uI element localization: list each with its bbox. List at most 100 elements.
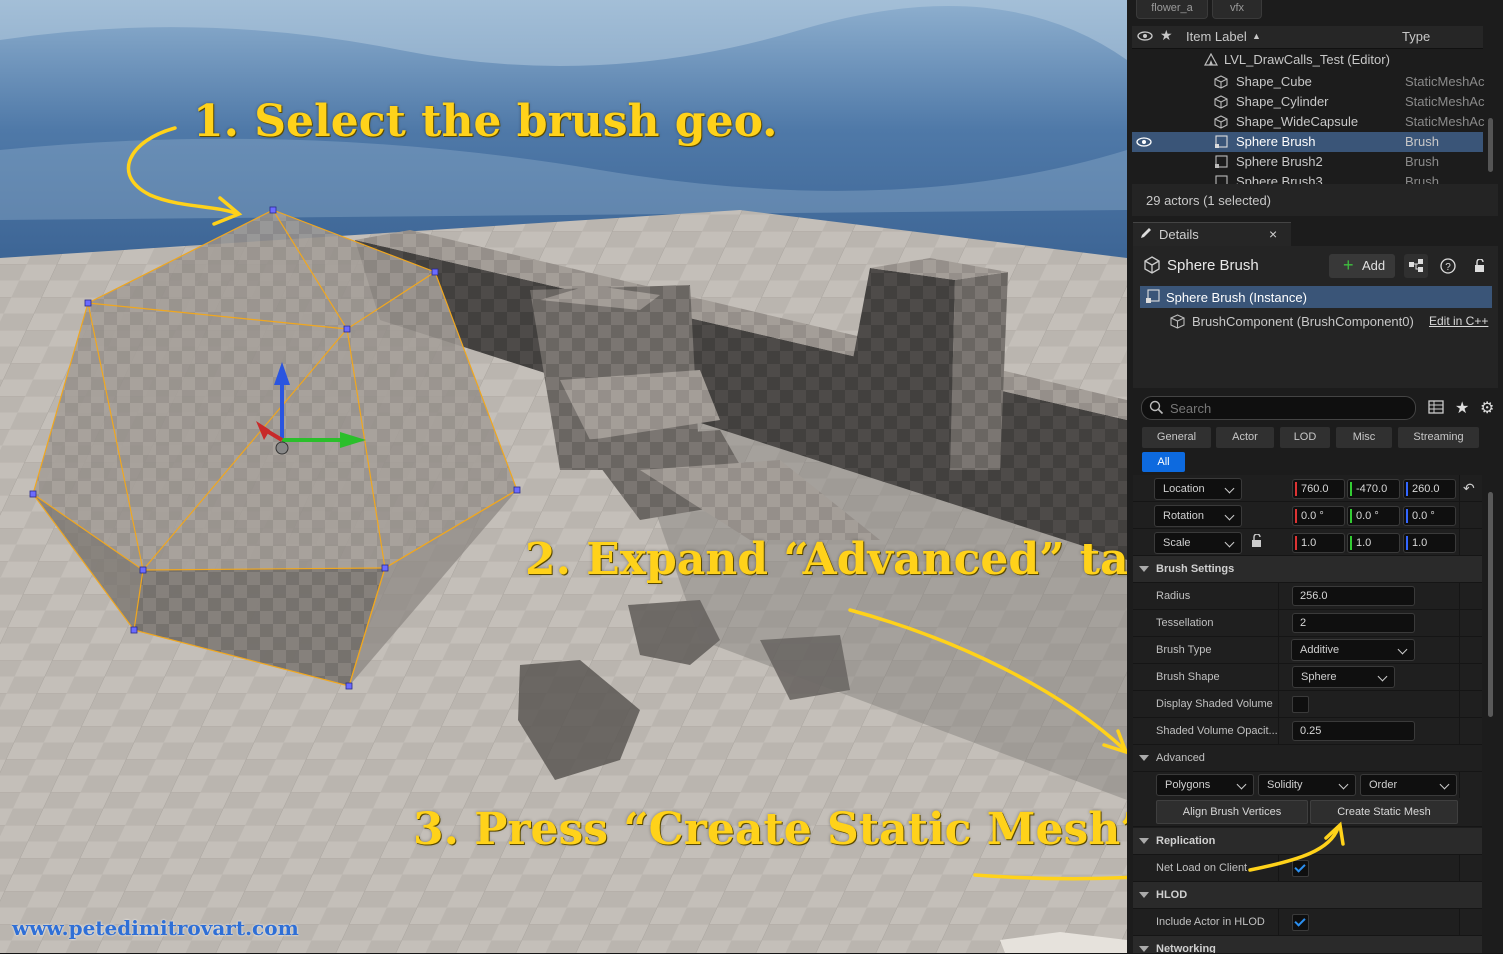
pencil-icon (1139, 226, 1153, 243)
scale-x[interactable]: 1.0 (1292, 533, 1345, 553)
add-label: Add (1362, 258, 1386, 273)
annotation-step2: 2. Expand “Advanced” tab. (525, 534, 1127, 585)
expand-arrow-icon (1139, 838, 1149, 844)
outliner-row-selected[interactable]: Sphere Brush Brush (1132, 132, 1483, 152)
filter-actor[interactable]: Actor (1216, 427, 1274, 448)
website-watermark: www.petedimitrovart.com (12, 916, 299, 940)
location-z[interactable]: 260.0 (1403, 479, 1456, 499)
reset-arrow-icon[interactable]: ↶ (1463, 480, 1475, 497)
scale-lock-icon[interactable] (1250, 533, 1264, 553)
row-label: Shape_WideCapsule (1236, 114, 1359, 129)
display-shaded-checkbox[interactable] (1292, 696, 1309, 713)
table-view-icon[interactable] (1428, 399, 1444, 420)
outliner-level-row[interactable]: LVL_DrawCalls_Test (Editor) (1132, 50, 1483, 70)
rotation-y[interactable]: 0.0 ° (1347, 506, 1400, 526)
opacity-field[interactable]: 0.25 (1292, 721, 1415, 741)
category-title: Brush Settings (1156, 563, 1235, 575)
details-tab[interactable]: Details × (1133, 222, 1291, 247)
location-x[interactable]: 760.0 (1292, 479, 1345, 499)
scale-dropdown[interactable]: Scale (1154, 532, 1242, 554)
location-y[interactable]: -470.0 (1347, 479, 1400, 499)
filter-all[interactable]: All (1142, 452, 1185, 472)
selected-actor-name: Sphere Brush (1167, 257, 1259, 274)
lock-icon[interactable] (1468, 254, 1492, 278)
expand-arrow-icon (1139, 755, 1149, 761)
settings-gear-icon[interactable]: ⚙ (1480, 398, 1494, 418)
rotation-x[interactable]: 0.0 ° (1292, 506, 1345, 526)
add-component-button[interactable]: + Add (1329, 254, 1395, 278)
details-search-field[interactable] (1141, 396, 1416, 420)
networking-category[interactable]: Networking (1133, 936, 1482, 954)
rotation-z[interactable]: 0.0 ° (1403, 506, 1456, 526)
row-label: Sphere Brush3 (1236, 174, 1323, 184)
actor-count: 29 actors (1 selected) (1146, 193, 1272, 208)
expand-arrow-icon (1139, 946, 1149, 952)
brush-type-dropdown[interactable]: Additive (1291, 639, 1415, 661)
outliner-row[interactable]: Sphere Brush2 Brush (1132, 152, 1483, 172)
align-brush-vertices-button[interactable]: Align Brush Vertices (1156, 800, 1308, 824)
outliner-row[interactable]: Shape_Cube StaticMeshAc (1132, 72, 1484, 92)
annotation-step1: 1. Select the brush geo. (193, 96, 778, 147)
order-dropdown[interactable]: Order (1360, 774, 1457, 796)
filter-general[interactable]: General (1142, 427, 1211, 448)
category-title: HLOD (1156, 889, 1188, 901)
brush-icon (1214, 175, 1228, 184)
visibility-eye-icon[interactable] (1136, 134, 1152, 147)
blueprint-icon[interactable] (1404, 254, 1428, 278)
brush-icon (1145, 289, 1160, 307)
outliner-scrollbar[interactable] (1488, 118, 1493, 172)
expand-arrow-icon (1139, 892, 1149, 898)
folder-tab-vfx[interactable]: vfx (1212, 0, 1262, 19)
brush-component-row[interactable]: BrushComponent (BrushComponent0) (1192, 314, 1414, 329)
brush-settings-category[interactable]: Brush Settings (1133, 556, 1482, 583)
star-icon[interactable]: ★ (1160, 27, 1173, 44)
net-load-checkbox[interactable] (1292, 860, 1309, 877)
visibility-eye-icon[interactable] (1137, 28, 1153, 47)
hlod-category[interactable]: HLOD (1133, 882, 1482, 909)
polygons-dropdown[interactable]: Polygons (1156, 774, 1254, 796)
outliner-row[interactable]: Shape_Cylinder StaticMeshAc (1132, 92, 1485, 112)
filter-streaming[interactable]: Streaming (1398, 427, 1479, 448)
brush-icon (1214, 135, 1228, 148)
search-icon (1149, 400, 1164, 420)
row-type: StaticMeshAc (1405, 114, 1485, 129)
details-tab-label: Details (1159, 227, 1199, 242)
outliner-row[interactable]: Sphere Brush3 Brush (1132, 172, 1483, 184)
level-viewport[interactable]: 1. Select the brush geo. 2. Expand “Adva… (0, 0, 1127, 953)
brush-icon (1214, 155, 1228, 168)
solidity-dropdown[interactable]: Solidity (1258, 774, 1356, 796)
advanced-category[interactable]: Advanced (1133, 745, 1482, 772)
component-instance-label: Sphere Brush (Instance) (1166, 290, 1307, 305)
location-dropdown[interactable]: Location (1154, 478, 1242, 500)
outliner-row[interactable]: Shape_WideCapsule StaticMeshAc (1132, 112, 1485, 132)
help-icon[interactable]: ? (1436, 254, 1460, 278)
rotation-dropdown[interactable]: Rotation (1154, 505, 1242, 527)
edit-in-cpp-link[interactable]: Edit in C++ (1429, 314, 1488, 328)
filter-misc[interactable]: Misc (1336, 427, 1392, 448)
row-type: StaticMeshAc (1405, 94, 1485, 109)
filter-lod[interactable]: LOD (1280, 427, 1330, 448)
favorites-star-icon[interactable]: ★ (1455, 398, 1469, 418)
search-input[interactable] (1168, 399, 1402, 417)
brush-shape-dropdown[interactable]: Sphere (1292, 666, 1395, 688)
details-scrollbar[interactable] (1488, 492, 1493, 717)
category-title: Networking (1156, 943, 1216, 954)
close-icon[interactable]: × (1269, 226, 1277, 242)
include-hlod-checkbox[interactable] (1292, 914, 1309, 931)
scale-z[interactable]: 1.0 (1403, 533, 1456, 553)
radius-field[interactable]: 256.0 (1292, 586, 1415, 606)
static-mesh-icon (1214, 95, 1228, 109)
category-title: Replication (1156, 835, 1216, 847)
scale-y[interactable]: 1.0 (1347, 533, 1400, 553)
create-static-mesh-button[interactable]: Create Static Mesh (1310, 800, 1458, 824)
row-label: Shape_Cylinder (1236, 94, 1329, 109)
component-instance-row[interactable]: Sphere Brush (Instance) (1140, 286, 1492, 308)
brush-icon (1143, 256, 1161, 279)
column-type[interactable]: Type (1402, 29, 1430, 44)
tessellation-field[interactable]: 2 (1292, 613, 1415, 633)
column-item-label[interactable]: Item Label (1186, 29, 1247, 44)
folder-tab-flower-a[interactable]: flower_a (1136, 0, 1208, 19)
replication-category[interactable]: Replication (1133, 828, 1482, 855)
row-label: Shape_Cube (1236, 74, 1312, 89)
row-type: Brush (1405, 174, 1439, 184)
